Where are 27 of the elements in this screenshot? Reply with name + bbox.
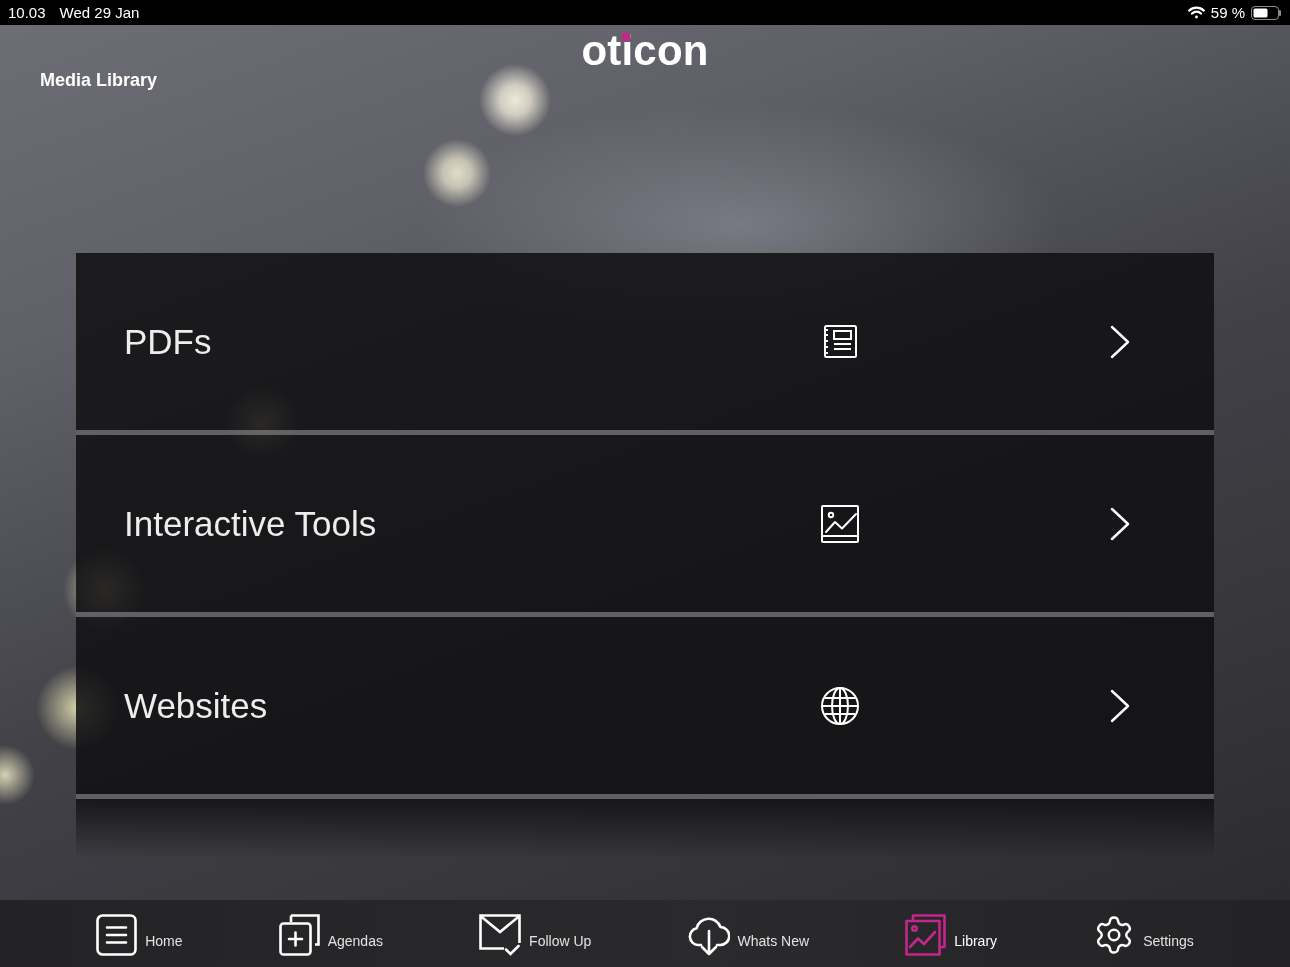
stacked-plus-icon [278,914,320,956]
chevron-right-icon [1110,324,1130,359]
notebook-icon [823,325,857,358]
tab-button[interactable]: Agendas [278,914,383,956]
category-row[interactable]: PDFs [76,253,1214,435]
tab-button[interactable]: Library [905,914,998,956]
brand-logo: oticon [581,30,709,72]
page-title: Media Library [40,69,158,91]
status-time: 10.03 [8,5,46,20]
battery-icon [1251,5,1282,20]
lines-square-icon [96,914,138,956]
tab-button[interactable]: Follow Up [479,914,592,956]
category-row[interactable]: Interactive Tools [76,435,1214,617]
image-icon [821,504,859,543]
cloud-download-icon [687,914,730,956]
battery-percentage: 59 % [1210,5,1245,20]
envelope-check-icon [479,914,522,956]
chevron-right-icon [1110,506,1130,541]
globe-icon [821,686,859,725]
tab-button[interactable]: Whats New [687,914,810,956]
wifi-icon [1187,6,1205,19]
chevron-right-icon [1110,688,1130,723]
status-date: Wed 29 Jan [59,5,140,20]
image-stack-icon [905,914,947,956]
tab-button[interactable]: Settings [1093,914,1194,956]
tab-button[interactable]: Home [96,914,183,956]
category-row[interactable]: Websites [76,617,1214,799]
